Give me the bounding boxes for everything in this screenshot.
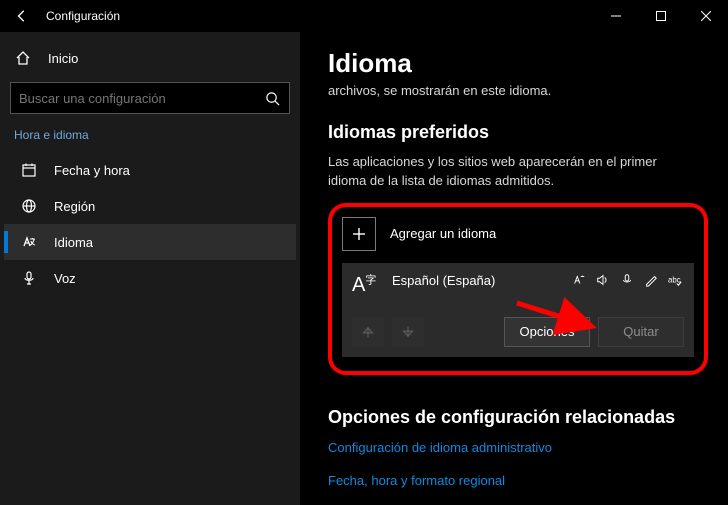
- remove-button[interactable]: Quitar: [598, 317, 684, 347]
- search-box[interactable]: [10, 82, 290, 114]
- plus-icon: [342, 217, 376, 251]
- related-heading: Opciones de configuración relacionadas: [328, 407, 708, 428]
- sidebar-item-voz[interactable]: Voz: [4, 260, 296, 296]
- annotation-highlight: Agregar un idioma A字 Español (España) ab…: [328, 203, 708, 375]
- maximize-button[interactable]: [638, 0, 683, 32]
- window-title: Configuración: [46, 9, 593, 23]
- content-pane: Idioma archivos, se mostrarán en este id…: [300, 32, 728, 505]
- minimize-button[interactable]: [593, 0, 638, 32]
- preferred-desc: Las aplicaciones y los sitios web aparec…: [328, 153, 698, 191]
- window-controls: [593, 0, 728, 32]
- preferred-heading: Idiomas preferidos: [328, 122, 708, 143]
- language-feature-icons: abc: [572, 273, 684, 289]
- truncated-text: archivos, se mostrarán en este idioma.: [328, 83, 708, 98]
- home-icon: [14, 49, 32, 67]
- close-button[interactable]: [683, 0, 728, 32]
- link-date-format[interactable]: Fecha, hora y formato regional: [328, 473, 708, 488]
- language-card[interactable]: A字 Español (España) abc: [342, 263, 694, 357]
- speech-icon: [620, 273, 636, 289]
- nav-label: Idioma: [54, 235, 93, 250]
- language-name: Español (España): [392, 273, 560, 288]
- sidebar-item-region[interactable]: Región: [4, 188, 296, 224]
- globe-icon: [20, 197, 38, 215]
- display-lang-icon: [572, 273, 588, 289]
- spellcheck-icon: abc: [668, 273, 684, 289]
- svg-text:abc: abc: [668, 275, 681, 284]
- handwriting-icon: [644, 273, 660, 289]
- nav-label: Fecha y hora: [54, 163, 130, 178]
- move-down-button[interactable]: [392, 317, 424, 347]
- back-button[interactable]: [8, 9, 36, 23]
- nav-label: Voz: [54, 271, 76, 286]
- language-glyph-icon: A字: [352, 273, 380, 295]
- search-icon: [263, 89, 281, 107]
- calendar-icon: [20, 161, 38, 179]
- search-input[interactable]: [19, 91, 255, 106]
- sidebar: Inicio Hora e idioma Fecha y hora: [0, 32, 300, 505]
- page-title: Idioma: [328, 48, 708, 79]
- sidebar-item-fecha[interactable]: Fecha y hora: [4, 152, 296, 188]
- sidebar-item-idioma[interactable]: Idioma: [4, 224, 296, 260]
- link-admin-language[interactable]: Configuración de idioma administrativo: [328, 440, 708, 455]
- add-language-button[interactable]: Agregar un idioma: [342, 217, 694, 251]
- home-label: Inicio: [48, 51, 78, 66]
- add-language-label: Agregar un idioma: [390, 226, 496, 241]
- titlebar: Configuración: [0, 0, 728, 32]
- section-label: Hora e idioma: [4, 122, 296, 152]
- options-button[interactable]: Opciones: [504, 317, 590, 347]
- tts-icon: [596, 273, 612, 289]
- move-up-button[interactable]: [352, 317, 384, 347]
- nav-label: Región: [54, 199, 95, 214]
- language-icon: [20, 233, 38, 251]
- mic-icon: [20, 269, 38, 287]
- home-nav[interactable]: Inicio: [4, 40, 296, 76]
